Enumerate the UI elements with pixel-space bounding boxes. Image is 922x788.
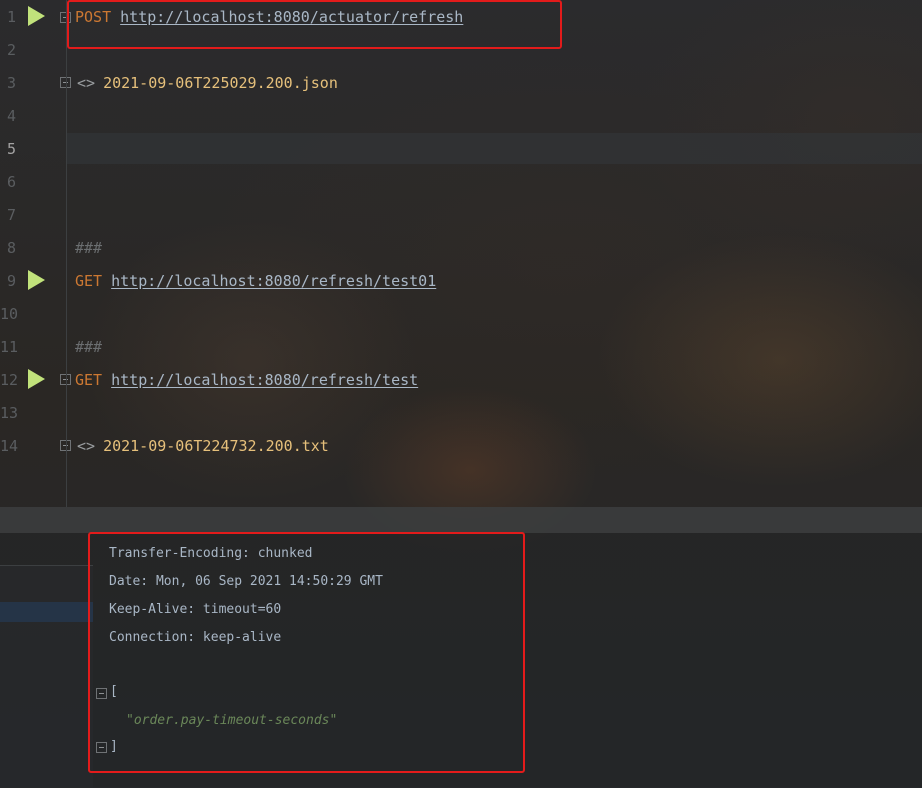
request-url[interactable]: http://localhost:8080/refresh/test [111,371,418,389]
response-file-link[interactable]: 2021-09-06T225029.200.json [103,74,338,92]
highlight-box-request [67,0,562,49]
line-number: 6 [6,173,16,191]
line-number: 2 [6,41,16,59]
diamond-icon: <> [77,74,96,92]
line-number: 8 [6,239,16,257]
line-number: 4 [6,107,16,125]
run-request-icon[interactable] [28,6,45,26]
line-number: 14 [0,437,19,455]
diamond-icon: <> [77,437,96,455]
highlight-box-response [88,532,525,773]
line-number: 12 [0,371,19,389]
gutter-separator [66,0,67,507]
panel-divider[interactable] [0,507,922,533]
response-side-list [0,565,93,788]
line-number: 1 [6,8,16,26]
line-number: 9 [6,272,16,290]
http-method: GET [75,371,103,389]
request-url[interactable]: http://localhost:8080/refresh/test01 [111,272,436,290]
line-number: 7 [6,206,16,224]
response-file-reference[interactable]: <> 2021-09-06T224732.200.txt [77,436,329,456]
editor-gutter: 1 2 3 4 5 6 7 8 9 10 11 12 13 14 [0,0,71,507]
current-line-highlight [66,133,922,164]
request-separator: ### [75,239,103,257]
response-file-reference[interactable]: <> 2021-09-06T225029.200.json [77,73,338,93]
line-number: 10 [0,305,19,323]
line-number: 13 [0,404,19,422]
response-file-link[interactable]: 2021-09-06T224732.200.txt [103,437,329,455]
response-side-selected-item[interactable] [0,602,93,622]
line-number: 11 [0,338,19,356]
request-separator: ### [75,338,103,356]
http-method: GET [75,272,103,290]
line-number: 3 [6,74,16,92]
line-number: 5 [6,140,16,158]
run-request-icon[interactable] [28,270,45,290]
request-line[interactable]: GET http://localhost:8080/refresh/test01 [75,271,436,291]
run-request-icon[interactable] [28,369,45,389]
request-line[interactable]: GET http://localhost:8080/refresh/test [75,370,418,390]
